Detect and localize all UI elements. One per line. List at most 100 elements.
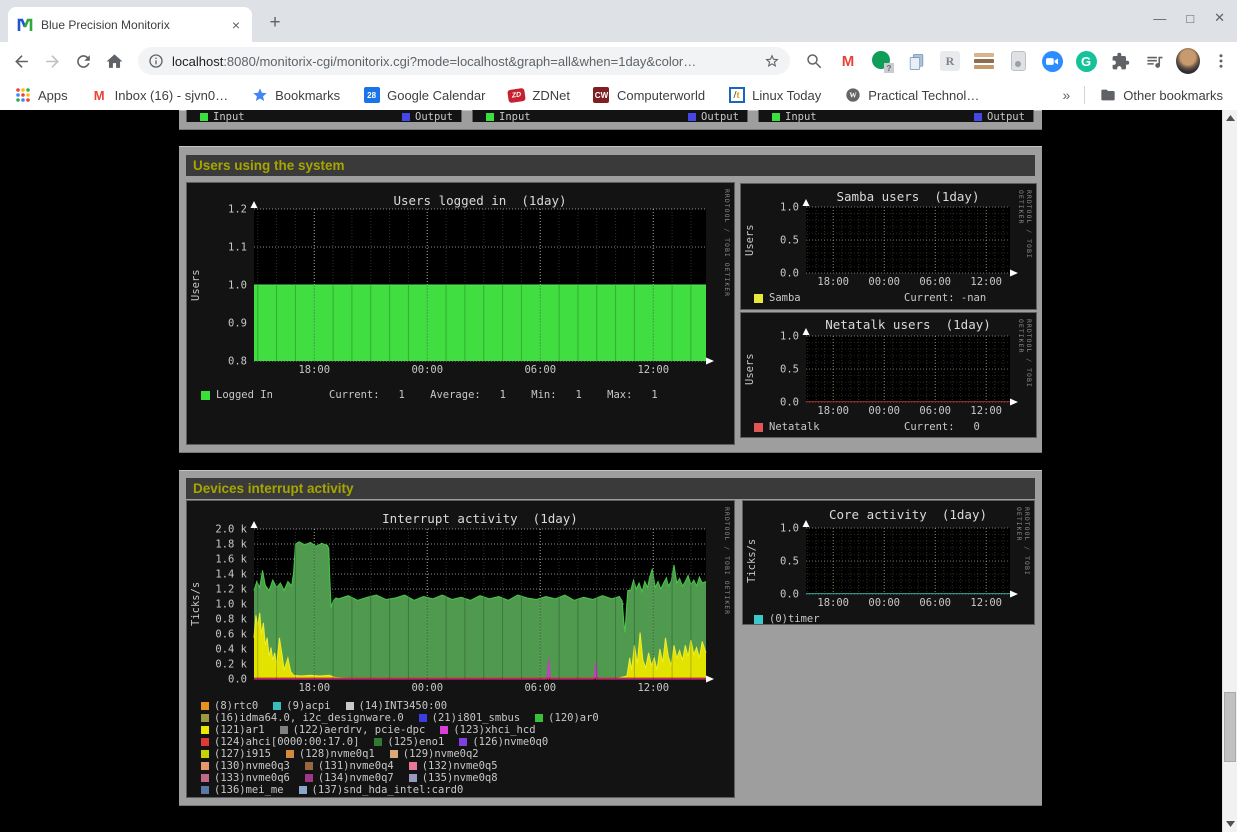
tab-strip: Blue Precision Monitorix × + — □ ✕ — [0, 0, 1237, 42]
zdnet-icon: ZD — [508, 87, 525, 104]
svg-text:12:00: 12:00 — [637, 364, 669, 376]
legend-stats: Current: 1 Average: 1 Min: 1 Max: 1 — [329, 389, 658, 401]
home-button[interactable] — [99, 46, 130, 77]
core-activity-graph[interactable]: Core activity (1day)1.00.50.018:0000:000… — [742, 500, 1035, 625]
reload-button[interactable] — [68, 46, 99, 77]
back-button[interactable] — [6, 46, 37, 77]
playlist-extension-icon[interactable] — [1142, 49, 1166, 73]
monitorix-favicon-icon — [16, 16, 33, 33]
svg-text:18:00: 18:00 — [298, 682, 330, 694]
interrupt-legend-row: (121)ar1(122)aerdrv, pcie-dpc(123)xhci_h… — [201, 724, 536, 736]
search-icon[interactable] — [802, 49, 826, 73]
gmail-icon[interactable]: M — [836, 49, 860, 73]
partial-network-graph-2[interactable]: InputOutput — [472, 110, 748, 122]
bookmark-zdnet[interactable]: ZD ZDNet — [508, 87, 570, 104]
bookmark-linux-today[interactable]: /tLinux Today — [728, 87, 821, 104]
interrupt-legend-row: (8)rtc0(9)acpi(14)INT3450:00 — [201, 700, 447, 712]
bookmark-computerworld[interactable]: CWComputerworld — [593, 87, 705, 104]
bookmark-label: Linux Today — [752, 88, 821, 103]
samba-users-graph[interactable]: Samba users (1day)1.00.50.018:0000:0006:… — [740, 183, 1037, 310]
svg-text:12:00: 12:00 — [637, 682, 669, 694]
bookmark-google-calendar[interactable]: 28Google Calendar — [363, 87, 485, 104]
interrupt-legend-row: (133)nvme0q6(134)nvme0q7(135)nvme0q8 — [201, 772, 498, 784]
other-bookmarks-button[interactable]: Other bookmarks — [1099, 87, 1223, 104]
svg-text:0.0: 0.0 — [780, 589, 799, 601]
section-title-interrupts: Devices interrupt activity — [186, 481, 354, 496]
legend-logged-in: Logged In — [201, 389, 273, 401]
svg-text:Users logged in (1day): Users logged in (1day) — [393, 193, 566, 208]
svg-text:1.2 k: 1.2 k — [215, 584, 247, 596]
legend-series: Samba — [754, 292, 801, 304]
other-bookmarks-label: Other bookmarks — [1123, 88, 1223, 103]
profile-avatar[interactable] — [1176, 49, 1200, 73]
netatalk-users-graph[interactable]: Netatalk users (1day)1.00.50.018:0000:00… — [740, 312, 1037, 438]
tab-close-icon[interactable]: × — [228, 17, 244, 33]
url-text[interactable]: localhost:8080/monitorix-cgi/monitorix.c… — [172, 54, 756, 69]
svg-text:06:00: 06:00 — [524, 364, 556, 376]
forward-button[interactable] — [37, 46, 68, 77]
browser-tab[interactable]: Blue Precision Monitorix × — [8, 7, 252, 42]
minimize-button[interactable]: — — [1153, 11, 1166, 26]
users-logged-in-graph[interactable]: Users logged in (1day)1.21.11.00.90.818:… — [186, 182, 735, 445]
copy-pages-extension-icon[interactable] — [904, 49, 928, 73]
svg-text:0.4 k: 0.4 k — [215, 644, 247, 656]
rrdtool-credit: RRDTOOL / TOBI OETIKER — [723, 507, 731, 765]
svg-text:1.4 k: 1.4 k — [215, 569, 247, 581]
svg-text:1.1: 1.1 — [228, 242, 247, 254]
bookmarks-overflow-chevron[interactable]: » — [1063, 87, 1071, 103]
page-scrollbar[interactable] — [1222, 110, 1237, 832]
svg-text:1.0: 1.0 — [780, 202, 799, 214]
bookmark-practical-technology[interactable]: WPractical Technol… — [844, 87, 979, 104]
svg-text:2.0 k: 2.0 k — [215, 524, 247, 536]
svg-text:1.8 k: 1.8 k — [215, 539, 247, 551]
svg-text:0.2 k: 0.2 k — [215, 659, 247, 671]
interrupt-activity-graph[interactable]: Interrupt activity (1day)2.0 k1.8 k1.6 k… — [186, 500, 735, 798]
legend-series: Netatalk — [754, 421, 820, 433]
bookmark-bookmarks[interactable]: Bookmarks — [251, 87, 340, 104]
svg-text:Core activity (1day): Core activity (1day) — [829, 507, 987, 522]
y-axis-label: Ticks/s — [190, 529, 202, 679]
bookmark-label: ZDNet — [532, 88, 570, 103]
bookmark-star-icon[interactable] — [764, 53, 780, 69]
scroll-down-button[interactable] — [1223, 816, 1237, 832]
cw-icon: CW — [593, 87, 610, 104]
grammarly-extension-icon[interactable]: G — [1074, 49, 1098, 73]
svg-text:0.0: 0.0 — [780, 268, 799, 280]
svg-text:0.5: 0.5 — [780, 556, 799, 568]
maximize-button[interactable]: □ — [1186, 11, 1194, 26]
bookmark-inbox[interactable]: MInbox (16) - sjvn0… — [91, 87, 228, 104]
page-info-icon[interactable] — [148, 53, 164, 69]
y-axis-label: Ticks/s — [746, 528, 758, 594]
svg-text:00:00: 00:00 — [868, 597, 900, 609]
voice-extension-icon[interactable]: ? — [870, 49, 894, 73]
extensions-puzzle-icon[interactable] — [1108, 49, 1132, 73]
svg-text:18:00: 18:00 — [817, 597, 849, 609]
y-axis-label: Users — [744, 207, 756, 273]
gmail-icon: M — [91, 87, 108, 104]
bookmarks-bar: Apps MInbox (16) - sjvn0… Bookmarks 28Googl… — [0, 80, 1237, 110]
section-header-interrupts: Devices interrupt activity — [186, 478, 1035, 499]
new-tab-button[interactable]: + — [262, 10, 288, 36]
partial-network-graph-1[interactable]: InputOutput — [186, 110, 462, 122]
section-title-users: Users using the system — [186, 158, 345, 173]
scrollbar-thumb[interactable] — [1224, 692, 1236, 762]
scroll-up-button[interactable] — [1223, 110, 1237, 126]
card-extension-icon[interactable] — [1006, 49, 1030, 73]
reading-stack-extension-icon[interactable] — [972, 49, 996, 73]
browser-menu-button[interactable] — [1210, 49, 1231, 73]
r-extension-icon[interactable]: R — [938, 49, 962, 73]
rrdtool-credit: RRDTOOL / TOBI OETIKER — [1017, 190, 1033, 277]
address-bar[interactable]: localhost:8080/monitorix-cgi/monitorix.c… — [138, 47, 790, 75]
svg-text:00:00: 00:00 — [868, 276, 900, 288]
partial-network-graph-3[interactable]: InputOutput — [758, 110, 1034, 122]
svg-text:0.8 k: 0.8 k — [215, 614, 247, 626]
close-button[interactable]: ✕ — [1214, 10, 1225, 26]
bookmark-label: Apps — [38, 88, 68, 103]
bookmarks-separator — [1084, 86, 1085, 104]
url-path: :8080/monitorix-cgi/monitorix.cgi?mode=l… — [223, 54, 696, 69]
svg-text:06:00: 06:00 — [524, 682, 556, 694]
bookmark-apps[interactable]: Apps — [14, 87, 68, 104]
svg-text:12:00: 12:00 — [970, 597, 1002, 609]
svg-text:0.5: 0.5 — [780, 235, 799, 247]
zoom-extension-icon[interactable] — [1040, 49, 1064, 73]
